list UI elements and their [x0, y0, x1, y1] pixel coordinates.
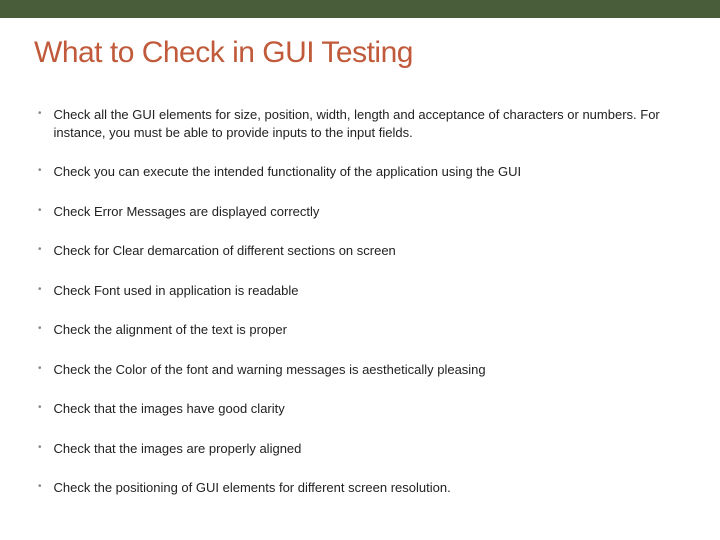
bullet-icon: • [38, 284, 42, 295]
bullet-text: Check Error Messages are displayed corre… [54, 203, 320, 221]
bullet-icon: • [38, 165, 42, 176]
bullet-icon: • [38, 205, 42, 216]
list-item: • Check that the images have good clarit… [38, 400, 686, 418]
bullet-icon: • [38, 244, 42, 255]
bullet-text: Check all the GUI elements for size, pos… [54, 106, 686, 141]
list-item: • Check Font used in application is read… [38, 282, 686, 300]
bullet-icon: • [38, 363, 42, 374]
list-item: • Check the alignment of the text is pro… [38, 321, 686, 339]
bullet-icon: • [38, 402, 42, 413]
list-item: • Check the Color of the font and warnin… [38, 361, 686, 379]
bullet-icon: • [38, 108, 42, 119]
bullet-text: Check the alignment of the text is prope… [54, 321, 287, 339]
list-item: • Check Error Messages are displayed cor… [38, 203, 686, 221]
bullet-text: Check the positioning of GUI elements fo… [54, 479, 451, 497]
list-item: • Check that the images are properly ali… [38, 440, 686, 458]
bullet-icon: • [38, 481, 42, 492]
bullet-text: Check that the images have good clarity [54, 400, 285, 418]
list-item: • Check you can execute the intended fun… [38, 163, 686, 181]
slide-title: What to Check in GUI Testing [34, 36, 686, 70]
bullet-text: Check the Color of the font and warning … [54, 361, 486, 379]
bullet-icon: • [38, 442, 42, 453]
bullet-text: Check Font used in application is readab… [54, 282, 299, 300]
bullet-text: Check you can execute the intended funct… [54, 163, 522, 181]
list-item: • Check all the GUI elements for size, p… [38, 106, 686, 141]
bullet-icon: • [38, 323, 42, 334]
bullet-text: Check for Clear demarcation of different… [54, 242, 396, 260]
list-item: • Check the positioning of GUI elements … [38, 479, 686, 497]
slide-content: What to Check in GUI Testing • Check all… [0, 18, 720, 497]
bullet-list: • Check all the GUI elements for size, p… [34, 106, 686, 497]
list-item: • Check for Clear demarcation of differe… [38, 242, 686, 260]
header-accent-bar [0, 0, 720, 18]
bullet-text: Check that the images are properly align… [54, 440, 302, 458]
